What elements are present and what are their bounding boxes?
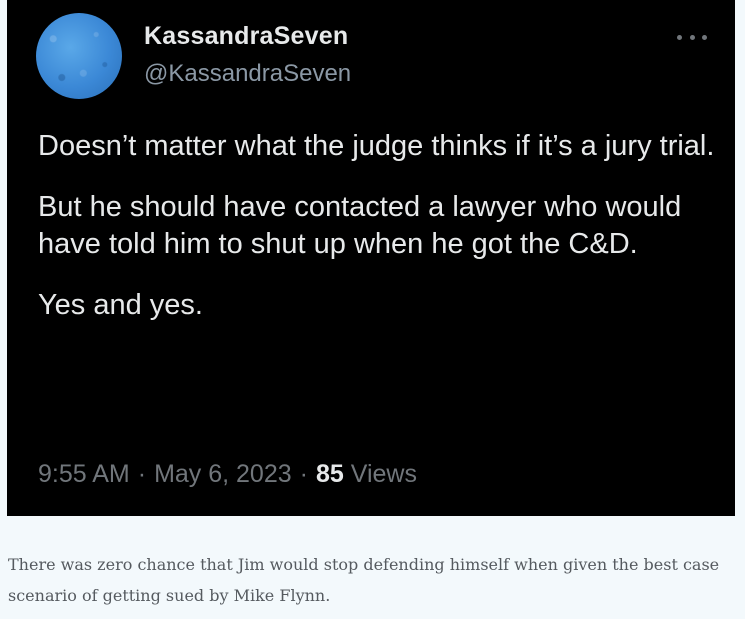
embedded-tweet[interactable]: KassandraSeven @KassandraSeven Doesn’t m…: [7, 0, 735, 516]
article-page: KassandraSeven @KassandraSeven Doesn’t m…: [0, 0, 745, 619]
views-count: 85: [315, 460, 344, 488]
dot-icon: [677, 34, 682, 40]
separator: ·: [137, 460, 147, 488]
avatar-image: [36, 13, 122, 99]
author-display-name[interactable]: KassandraSeven: [144, 22, 348, 51]
image-caption: There was zero chance that Jim would sto…: [8, 555, 720, 605]
tweet-paragraph: Yes and yes.: [38, 289, 203, 321]
tweet-date[interactable]: May 6, 2023: [154, 460, 292, 488]
views-label: Views: [350, 460, 417, 488]
avatar[interactable]: [36, 13, 122, 99]
tweet-metadata: 9:55 AM · May 6, 2023 · 85 Views: [38, 460, 417, 489]
dot-icon: [702, 34, 707, 40]
dot-icon: [689, 34, 695, 40]
more-dots-icon[interactable]: [677, 22, 707, 52]
tweet-paragraph: But he should have contacted a lawyer wh…: [38, 191, 682, 260]
tweet-body: Doesn’t matter what the judge thinks if …: [38, 128, 718, 348]
tweet-time[interactable]: 9:55 AM: [38, 460, 130, 488]
author-handle[interactable]: @KassandraSeven: [144, 60, 351, 88]
tweet-paragraph: Doesn’t matter what the judge thinks if …: [38, 130, 715, 162]
separator: ·: [299, 460, 308, 488]
